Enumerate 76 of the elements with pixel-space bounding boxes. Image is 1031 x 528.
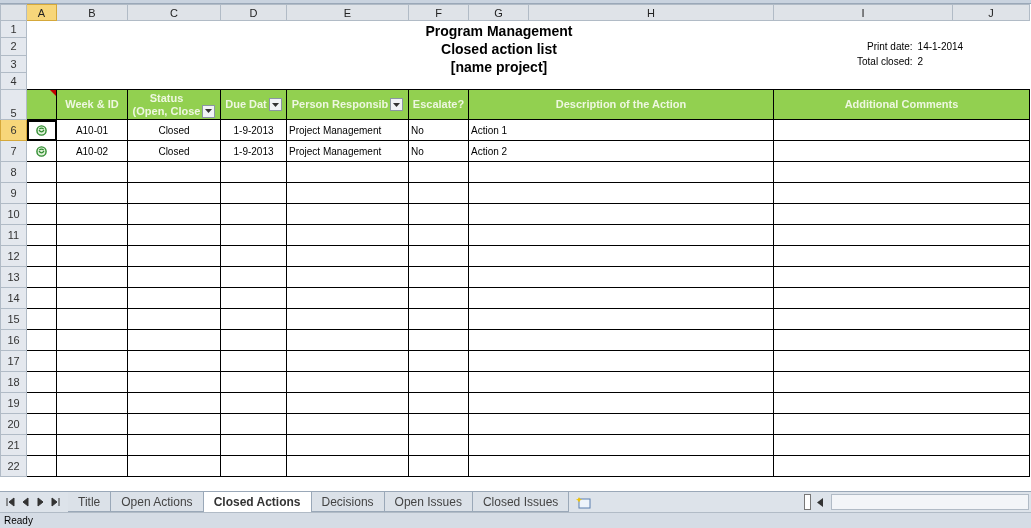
caret-icon [393, 102, 401, 107]
row-header[interactable]: 7 [0, 140, 27, 162]
info-label: Total closed: [857, 56, 913, 67]
table-cell: Project Management [286, 119, 409, 141]
row-header[interactable]: 9 [0, 182, 27, 204]
row-header[interactable]: 18 [0, 371, 27, 393]
table-cell: Project Management [286, 140, 409, 162]
column-heading: Week & ID [56, 89, 128, 120]
sheet-tab[interactable]: Open Issues [384, 492, 473, 512]
sheet-title: Closed action list [440, 40, 558, 58]
row-header[interactable]: 14 [0, 287, 27, 309]
sheet-tab[interactable]: Title [68, 492, 112, 512]
caret-icon [271, 102, 279, 107]
first-sheet-icon[interactable] [6, 497, 15, 507]
sheet-tab[interactable]: Decisions [311, 492, 385, 512]
table-cell: Closed [127, 140, 221, 162]
row-header[interactable]: 19 [0, 392, 27, 414]
row-header[interactable]: 16 [0, 329, 27, 351]
row-header[interactable]: 8 [0, 161, 27, 183]
column-heading: Status (Open, Close [132, 91, 201, 118]
split-handle[interactable] [804, 494, 811, 510]
column-heading: Additional Comments [773, 89, 1030, 120]
column-header[interactable]: H [528, 4, 774, 21]
column-heading: Description of the Action [468, 89, 774, 120]
table-cell: No [408, 119, 469, 141]
active-cell[interactable] [26, 119, 57, 141]
column-heading: Due Dat [225, 98, 267, 111]
table-cell: No [408, 140, 469, 162]
row-header[interactable]: 5 [0, 89, 27, 120]
row-header[interactable]: 15 [0, 308, 27, 330]
row-header[interactable]: 20 [0, 413, 27, 435]
row-header[interactable]: 12 [0, 245, 27, 267]
sheet-title: Program Management [424, 22, 574, 40]
row-header[interactable]: 21 [0, 434, 27, 456]
sheet-tab[interactable]: Closed Actions [203, 492, 312, 512]
row-header[interactable]: 6 [0, 119, 27, 141]
column-header[interactable]: F [408, 4, 469, 21]
column-header[interactable]: G [468, 4, 529, 21]
column-heading: Person Responsib [291, 98, 389, 111]
column-header[interactable]: D [220, 4, 287, 21]
caret-icon [205, 109, 213, 113]
info-label: Print date: [866, 41, 913, 52]
filter-dropdown-button[interactable] [202, 104, 216, 118]
info-value: 2 [917, 56, 925, 67]
sheet-tab[interactable]: Open Actions [111, 492, 204, 512]
horizontal-scrollbar[interactable] [831, 494, 1029, 510]
table-cell: Action 2 [468, 140, 774, 162]
column-header[interactable]: E [286, 4, 409, 21]
table-cell: A10-02 [56, 140, 128, 162]
table-cell: 1-9-2013 [220, 119, 287, 141]
previous-sheet-icon[interactable] [21, 497, 30, 507]
status-text: Ready [4, 515, 33, 526]
row-header[interactable]: 17 [0, 350, 27, 372]
table-cell: Action 1 [468, 119, 774, 141]
table-cell: 1-9-2013 [220, 140, 287, 162]
column-header[interactable]: A [26, 4, 57, 21]
filter-dropdown-button[interactable] [268, 98, 282, 111]
scroll-left-icon[interactable] [817, 497, 823, 507]
column-heading: Escalate? [408, 89, 469, 120]
info-value: 14-1-2014 [917, 41, 964, 52]
filter-dropdown-button[interactable] [390, 98, 404, 111]
row-header[interactable]: 13 [0, 266, 27, 288]
table-cell: A10-01 [56, 119, 128, 141]
icon-cell[interactable] [26, 140, 57, 162]
last-sheet-icon[interactable] [51, 497, 60, 507]
sheet-tab[interactable]: Closed Issues [472, 492, 570, 512]
sheet-title: [name project] [449, 58, 549, 76]
column-header[interactable]: B [56, 4, 128, 21]
column-header[interactable]: C [127, 4, 221, 21]
column-header[interactable]: J [952, 4, 1030, 21]
row-header[interactable]: 11 [0, 224, 27, 246]
row-header[interactable]: 10 [0, 203, 27, 225]
next-sheet-icon[interactable] [36, 497, 45, 507]
row-header[interactable]: 22 [0, 455, 27, 477]
table-cell: Closed [127, 119, 221, 141]
column-header[interactable]: I [773, 4, 953, 21]
